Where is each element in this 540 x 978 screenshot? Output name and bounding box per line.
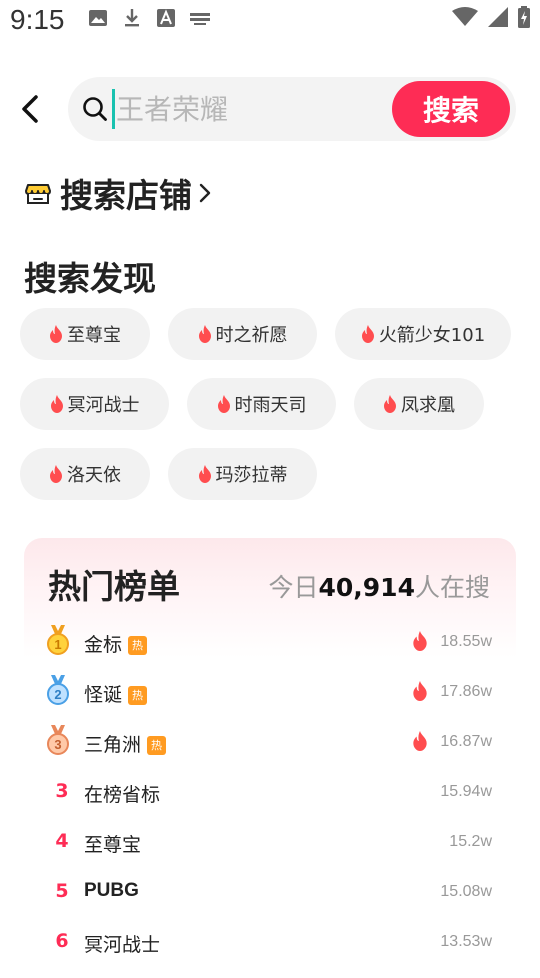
silver-medal-icon: 2 — [47, 675, 69, 705]
chevron-right-icon — [199, 183, 211, 203]
flame-icon — [217, 395, 230, 413]
search-icon — [83, 97, 107, 121]
hot-badge: 热 — [128, 686, 148, 705]
hot-item-name: 至尊宝 — [84, 834, 142, 856]
notification-icons — [88, 8, 210, 28]
hot-item-name: 金标热 — [84, 630, 148, 657]
discover-chip-label: 冥河战士 — [67, 395, 140, 416]
hot-list-title: 热门榜单 — [48, 567, 180, 606]
discover-chip-label: 时之祈愿 — [215, 325, 288, 346]
discover-chip[interactable]: 凤求凰 — [354, 378, 484, 430]
flame-icon — [361, 325, 374, 343]
discover-chip[interactable]: 玛莎拉蒂 — [168, 448, 317, 500]
font-icon — [157, 9, 175, 27]
flame-icon — [50, 395, 63, 413]
hot-badge: 热 — [147, 736, 167, 755]
flame-icon — [413, 631, 427, 651]
flame-icon — [384, 395, 396, 413]
signal-icon — [488, 7, 508, 27]
stats-suffix: 人在搜 — [414, 573, 490, 602]
hot-item-rank: 3 — [55, 780, 69, 802]
bronze-medal-icon: 3 — [47, 725, 69, 755]
svg-text:3: 3 — [54, 737, 61, 752]
hot-list-item[interactable]: 3 在榜省标 15.94w — [24, 772, 516, 812]
status-bar: 9:15 — [0, 0, 540, 44]
svg-text:2: 2 — [54, 687, 61, 702]
wifi-icon — [452, 7, 478, 26]
discover-chip[interactable]: 至尊宝 — [20, 308, 150, 360]
hot-list-item[interactable]: 6 冥河战士 13.53w — [24, 922, 516, 962]
stats-count: 40,914 — [318, 573, 415, 602]
search-discover-title: 搜索发现 — [24, 259, 156, 298]
hot-item-rank: 5 — [55, 880, 69, 902]
search-bar: 搜索 — [68, 77, 516, 141]
hot-item-value: 15.08w — [440, 883, 492, 900]
shop-icon — [25, 184, 51, 204]
discover-chip[interactable]: 时雨天司 — [187, 378, 336, 430]
gallery-icon — [89, 10, 107, 26]
hot-list-item[interactable]: 3 三角洲热 16.87w — [24, 722, 516, 762]
search-shop-link[interactable]: 搜索店铺 — [24, 170, 212, 216]
hot-list-item[interactable]: 2 怪诞热 17.86w — [24, 672, 516, 712]
hot-item-name: 冥河战士 — [84, 934, 161, 956]
text-cursor — [112, 89, 115, 129]
gold-medal-icon: 1 — [47, 625, 69, 655]
hot-item-name: 在榜省标 — [84, 784, 161, 806]
back-arrow-icon[interactable] — [16, 92, 46, 126]
hot-item-value: 18.55w — [440, 633, 492, 650]
search-button[interactable]: 搜索 — [392, 81, 510, 137]
discover-chip-label: 凤求凰 — [401, 395, 455, 416]
hot-item-value: 16.87w — [440, 733, 492, 750]
hot-item-rank: 4 — [55, 830, 69, 852]
flame-icon — [50, 465, 62, 483]
search-input[interactable] — [116, 87, 386, 131]
keyboard-icon — [190, 13, 210, 25]
hot-item-name: 三角洲热 — [84, 730, 167, 757]
battery-icon — [518, 6, 530, 28]
hot-item-rank: 6 — [55, 930, 69, 952]
flame-icon — [198, 465, 211, 483]
flame-icon — [198, 325, 211, 343]
system-icons — [452, 6, 530, 28]
flame-icon — [413, 731, 427, 751]
svg-text:1: 1 — [54, 637, 61, 652]
search-count-stats: 今日40,914人在搜 — [268, 568, 490, 604]
hot-item-name: 怪诞热 — [84, 680, 148, 707]
discover-chip-label: 玛莎拉蒂 — [215, 465, 288, 486]
hot-list-item[interactable]: 4 至尊宝 15.2w — [24, 822, 516, 862]
search-shop-label: 搜索店铺 — [60, 176, 192, 215]
discover-chip-label: 洛天依 — [67, 465, 121, 486]
discover-chip-label: 火箭少女101 — [378, 325, 486, 346]
hot-list-card: 热门榜单 今日40,914人在搜 1 金标热 18.55w 2 怪诞热 17.8… — [24, 538, 516, 978]
stats-prefix: 今日 — [268, 573, 319, 602]
hot-item-value: 15.94w — [440, 783, 492, 800]
flame-icon — [413, 681, 427, 701]
discover-chip[interactable]: 时之祈愿 — [168, 308, 317, 360]
discover-chip-label: 至尊宝 — [67, 325, 121, 346]
hot-item-value: 15.2w — [449, 833, 492, 850]
hot-item-name: PUBG — [84, 880, 139, 901]
download-icon — [125, 9, 139, 27]
discover-chip-label: 时雨天司 — [234, 395, 307, 416]
discover-chip[interactable]: 洛天依 — [20, 448, 150, 500]
hot-item-value: 17.86w — [440, 683, 492, 700]
flame-icon — [50, 325, 62, 343]
discover-chip[interactable]: 火箭少女101 — [335, 308, 511, 360]
hot-item-value: 13.53w — [440, 933, 492, 950]
discover-chip[interactable]: 冥河战士 — [20, 378, 169, 430]
hot-list-item[interactable]: 5 PUBG 15.08w — [24, 872, 516, 912]
hot-badge: 热 — [128, 636, 148, 655]
status-time: 9:15 — [10, 4, 65, 35]
hot-list-item[interactable]: 1 金标热 18.55w — [24, 622, 516, 662]
